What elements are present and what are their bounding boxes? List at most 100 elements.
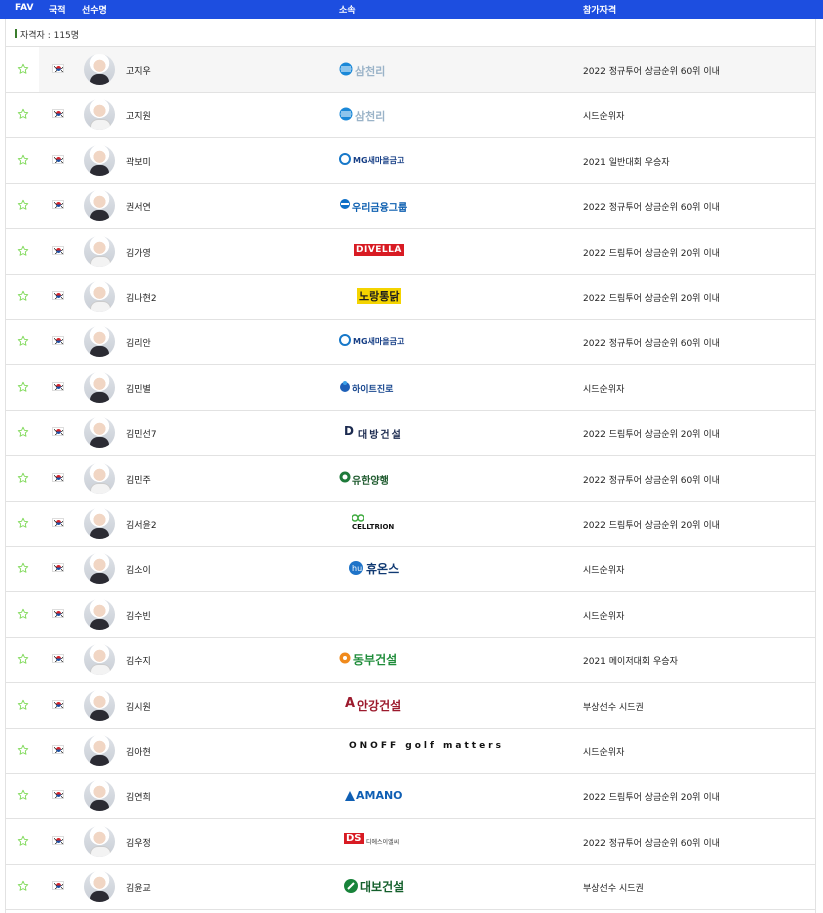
- star-icon[interactable]: [17, 608, 29, 620]
- table-row[interactable]: 권서연 우리금융그룹 2022 정규투어 상금순위 60위 이내: [6, 183, 815, 230]
- korea-flag-icon: [52, 608, 64, 618]
- korea-flag-icon: [52, 563, 64, 573]
- star-icon[interactable]: [17, 108, 29, 120]
- star-icon[interactable]: [17, 199, 29, 211]
- avatar[interactable]: [84, 417, 115, 449]
- samchully-logo: 삼천리: [339, 105, 419, 125]
- star-icon[interactable]: [17, 653, 29, 665]
- star-icon[interactable]: [17, 472, 29, 484]
- avatar[interactable]: [84, 735, 115, 766]
- star-icon[interactable]: [17, 63, 29, 75]
- star-icon[interactable]: [17, 154, 29, 166]
- table-row[interactable]: 김나현2 노랑통닭 2022 드림투어 상금순위 20위 이내: [6, 274, 815, 320]
- qualification: 2022 정규투어 상금순위 60위 이내: [583, 203, 720, 214]
- table-row[interactable]: 김가영 DIVELLA 2022 드림투어 상금순위 20위 이내: [6, 229, 815, 275]
- table-row[interactable]: 김수빈 시드순위자: [6, 592, 815, 638]
- mg-icon: [339, 152, 351, 165]
- star-icon[interactable]: [17, 880, 29, 892]
- player-name[interactable]: 김시원: [126, 700, 151, 713]
- player-name[interactable]: 김우정: [126, 836, 151, 849]
- samchully-logo: 삼천리: [339, 60, 419, 80]
- player-name[interactable]: 고지우: [126, 64, 151, 77]
- player-name[interactable]: 김가영: [126, 246, 151, 259]
- player-name[interactable]: 고지원: [126, 109, 151, 122]
- avatar[interactable]: [84, 371, 115, 403]
- table-row[interactable]: 김윤교 대보건설 부상선수 시드권: [6, 864, 815, 911]
- player-name[interactable]: 김소이: [126, 563, 151, 576]
- avatar[interactable]: [84, 780, 115, 812]
- star-icon[interactable]: [17, 245, 29, 257]
- table-row[interactable]: 김민선7 D 대방건설 2022 드림투어 상금순위 20위 이내: [6, 410, 815, 457]
- header-fav[interactable]: FAV: [15, 3, 33, 13]
- star-icon[interactable]: [17, 290, 29, 302]
- avatar[interactable]: [84, 235, 115, 267]
- player-name[interactable]: 김연희: [126, 790, 151, 803]
- qualifier-count: 자격자 : 115명: [6, 19, 815, 47]
- star-icon[interactable]: [17, 335, 29, 347]
- avatar[interactable]: [84, 144, 115, 176]
- player-name[interactable]: 김수지: [126, 654, 151, 667]
- korea-flag-icon: [52, 64, 64, 73]
- avatar[interactable]: [84, 508, 115, 539]
- star-icon[interactable]: [17, 699, 29, 711]
- header-nation[interactable]: 국적: [49, 3, 66, 16]
- player-name[interactable]: 김나현2: [126, 291, 157, 304]
- avatar[interactable]: [84, 644, 115, 676]
- player-name[interactable]: 김아현: [126, 745, 151, 758]
- star-icon[interactable]: [17, 835, 29, 847]
- norang-logo: 노랑통닭: [357, 288, 402, 304]
- korea-flag-icon: [52, 699, 64, 709]
- korea-flag-icon: [52, 790, 64, 800]
- player-name[interactable]: 김민선7: [126, 427, 157, 440]
- avatar[interactable]: [84, 689, 115, 721]
- table-row[interactable]: 김시원 A 안강건설 부상선수 시드권: [6, 683, 815, 729]
- daebo-logo: 대보건설: [339, 877, 419, 897]
- avatar[interactable]: [84, 281, 115, 312]
- korea-flag-icon: [52, 654, 64, 664]
- player-name[interactable]: 김리안: [126, 336, 151, 349]
- avatar[interactable]: [84, 598, 115, 630]
- player-name[interactable]: 권서연: [126, 200, 151, 213]
- korea-flag-icon: [52, 154, 64, 164]
- star-icon[interactable]: [17, 744, 29, 756]
- avatar[interactable]: [84, 99, 115, 131]
- table-row[interactable]: 곽보미 MG새마을금고 2021 일반대회 우승자: [6, 138, 815, 184]
- player-name[interactable]: 곽보미: [126, 155, 151, 168]
- header-qualification[interactable]: 참가자격: [583, 3, 616, 16]
- table-row[interactable]: 김연희 AMANO 2022 드림투어 상금순위 20위 이내: [6, 773, 815, 820]
- header-player-name[interactable]: 선수명: [82, 3, 107, 16]
- korea-flag-icon: [52, 427, 64, 437]
- header-affiliation[interactable]: 소속: [339, 3, 356, 16]
- table-row[interactable]: 김우정 DS 디에스이엘씨 2022 정규투어 상금순위 60위 이내: [6, 819, 815, 865]
- star-icon[interactable]: [17, 381, 29, 393]
- table-row[interactable]: 김소이 hu 휴온스 시드순위자: [6, 546, 815, 593]
- table-row[interactable]: 김서윤2 CELLTRION 2022 드림투어 상금순위 20위 이내: [6, 501, 815, 547]
- avatar[interactable]: [84, 54, 115, 85]
- star-icon[interactable]: [17, 562, 29, 574]
- avatar[interactable]: [84, 326, 115, 358]
- star-icon[interactable]: [17, 426, 29, 438]
- star-icon[interactable]: [17, 789, 29, 801]
- angang-logo: A 안강건설: [345, 695, 402, 713]
- player-name[interactable]: 김수빈: [126, 609, 151, 622]
- avatar[interactable]: [84, 462, 115, 494]
- player-name[interactable]: 김민주: [126, 473, 151, 486]
- star-icon[interactable]: [17, 517, 29, 529]
- avatar[interactable]: [84, 825, 115, 857]
- table-row[interactable]: 김민별 하이트진로 시드순위자: [6, 365, 815, 411]
- hitejinro-logo: 하이트진로: [339, 378, 419, 398]
- player-name[interactable]: 김민별: [126, 382, 151, 395]
- table-row[interactable]: 김아현 ONOFF golf matters 시드순위자: [6, 728, 815, 774]
- table-row[interactable]: 김민주 유한양행 2022 정규투어 상금순위 60위 이내: [6, 456, 815, 502]
- avatar[interactable]: [84, 871, 115, 903]
- avatar[interactable]: [84, 553, 115, 585]
- player-name[interactable]: 김윤교: [126, 881, 151, 894]
- table-row[interactable]: 고지원 삼천리 시드순위자: [6, 92, 815, 139]
- table-row[interactable]: 김수지 동부건설 2021 메이저대회 우승자: [6, 637, 815, 684]
- table-row[interactable]: 고지우 삼천리 2022 정규투어 상금순위 60위 이내: [6, 47, 815, 93]
- table-row[interactable]: 김리안 MG새마을금고 2022 정규투어 상금순위 60위 이내: [6, 319, 815, 366]
- avatar[interactable]: [84, 190, 115, 222]
- player-name[interactable]: 김서윤2: [126, 518, 157, 531]
- amano-icon: [345, 791, 355, 802]
- onoff-logo: ONOFF golf matters: [349, 741, 504, 751]
